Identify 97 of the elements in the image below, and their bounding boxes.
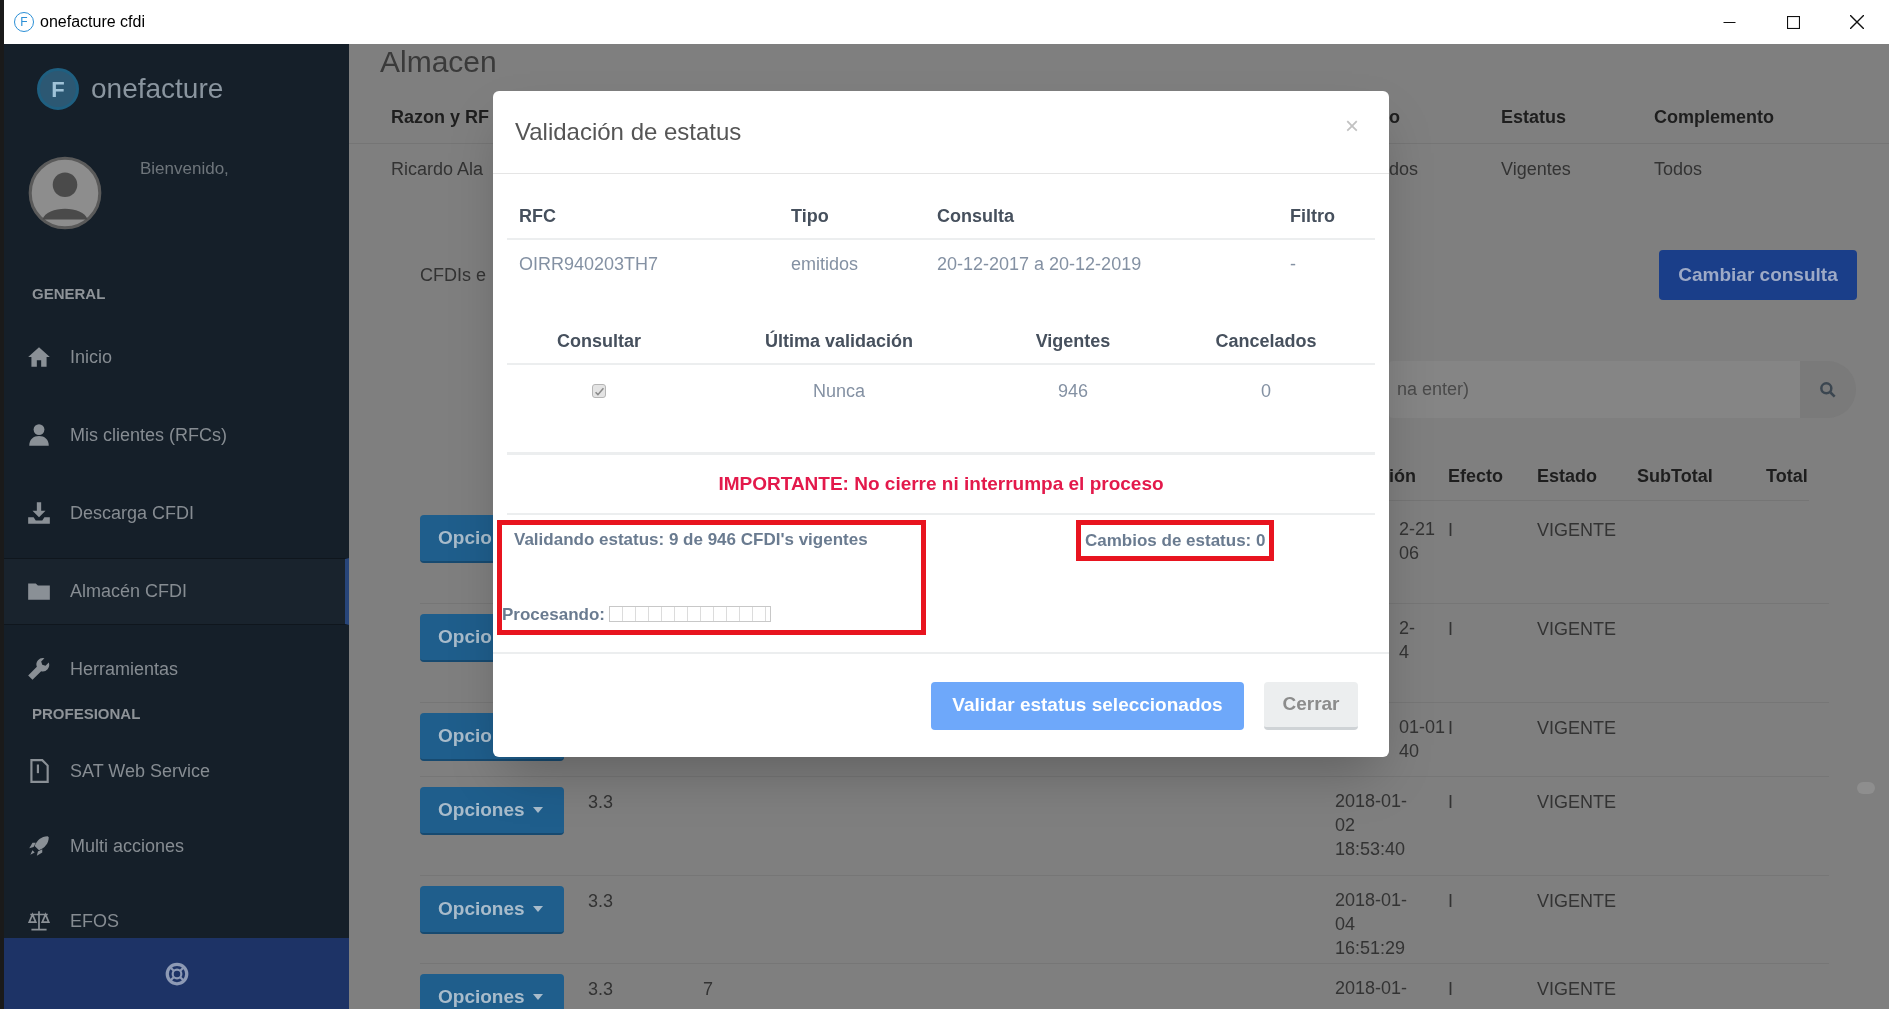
status-changes-text: Cambios de estatus: 0 [1085,529,1266,552]
column-header: Consulta [936,205,1015,228]
date-line: 4 [1399,641,1410,664]
column-header: Consultar [556,329,642,353]
date-line: 2- [1399,617,1416,640]
column-header: Total [1766,465,1809,488]
table-cell-text: I [1448,791,1454,814]
minimize-icon [1722,21,1736,23]
search-field[interactable]: na enter) [1389,361,1800,418]
brand-name: onefacture [91,72,224,106]
date-line: 40 [1399,740,1421,763]
greeting-text: Bienvenido, [140,158,229,180]
column-header: SubTotal [1637,465,1714,488]
options-button[interactable]: Opciones [420,787,564,835]
date-line: 18:53:40 [1335,838,1407,861]
column-header: RFC [518,205,557,228]
close-icon [1850,15,1864,29]
date-line: 06 [1399,542,1421,565]
table-cell-text: VIGENTE [1537,890,1617,913]
table-cell-text: 20-12-2017 a 20-12-2019 [936,252,1143,276]
column-header: Efecto [1448,465,1504,488]
column-header: Tipo [790,205,830,228]
date-line: 01-01 [1399,716,1447,739]
table-cell-text: Todos [1654,158,1703,181]
download-icon [26,500,52,526]
date-line: 2-21 [1399,518,1437,541]
table-cell-text: Ricardo Ala [391,158,484,181]
table-cell-text: OIRR940203TH7 [518,252,660,276]
lifebuoy-icon[interactable] [163,960,190,987]
scales-icon [26,908,52,934]
change-query-button[interactable]: Cambiar consulta [1659,250,1857,300]
table-cell-text: I [1448,717,1454,740]
caret-icon [532,906,543,912]
sidebar-item[interactable]: Multi acciones [4,826,349,866]
user-icon [26,422,52,448]
maximize-icon [1786,15,1800,29]
date-line: 16:51:29 [1335,937,1407,960]
table-cell-text: Vigentes [1501,158,1571,181]
wrench-icon [26,656,52,682]
table-cell-text: VIGENTE [1537,618,1617,641]
date-line: 02 [1335,814,1357,837]
table-cell-text: VIGENTE [1537,519,1617,542]
search-icon [1818,379,1838,400]
modal-title: Validación de estatus [515,117,742,147]
table-cell-text: I [1448,890,1454,913]
column-header: Estado [1537,465,1598,488]
date-line: 2018-01- [1335,889,1409,912]
table-cell-text: dos [1389,158,1419,181]
table-cell-text: I [1448,978,1454,1001]
table-cell-text: 946 [1056,379,1089,403]
search-button[interactable] [1800,361,1856,418]
sidebar-item[interactable]: Mis clientes (RFCs) [4,401,349,469]
column-header: Filtro [1289,205,1336,228]
column-header: Razon y RF [391,106,489,129]
section-heading: GENERAL [32,284,107,304]
options-button[interactable]: Opciones [420,886,564,934]
options-button[interactable]: Opciones [420,974,564,1009]
sidebar-item[interactable]: Almacén CFDI [4,557,349,625]
caret-icon [532,994,543,1000]
page-heading: Almacen [380,44,497,80]
table-cell-text: 3.3 [588,890,614,913]
caret-icon [532,807,543,813]
table-cell-text: VIGENTE [1537,791,1617,814]
column-header: Complemento [1654,106,1774,129]
logo-mark: F [37,68,79,110]
column-header: Última validación [763,329,914,353]
column-header: ión [1389,465,1417,488]
section-heading: PROFESIONAL [32,703,142,724]
date-line: 2018-01- [1335,977,1409,1000]
column-header: Vigentes [1034,329,1112,353]
column-header: Estatus [1501,106,1567,129]
sidebar-item[interactable]: Inicio [4,323,349,391]
table-cell-text: Nunca [812,379,866,403]
table-cell-text: VIGENTE [1537,717,1617,740]
date-line: 2018-01- [1335,790,1409,813]
close-dialog-button[interactable]: Cerrar [1264,681,1358,730]
table-cell-text: 7 [703,978,714,1001]
table-cell-text: I [1448,519,1454,542]
table-cell-text: 3.3 [588,978,614,1001]
sidebar-item[interactable]: SAT Web Service [4,751,349,791]
table-cell-text: emitidos [790,252,860,276]
panel-label: CFDIs e [420,263,486,287]
validate-button[interactable]: Validar estatus seleccionados [931,681,1244,730]
column-header: Cancelados [1214,329,1318,353]
window-title: onefacture cfdi [40,12,145,32]
date-line: 04 [1335,913,1357,936]
sidebar-item[interactable]: EFOS [4,901,349,941]
table-cell-text: 0 [1260,379,1272,403]
table-cell-text: VIGENTE [1537,978,1617,1001]
sidebar-item[interactable]: Descarga CFDI [4,479,349,547]
sidebar-item[interactable]: Herramientas [4,635,349,703]
table-cell-text: 3.3 [588,791,614,814]
warning-text: IMPORTANTE: No cierre ni interrumpa el proceso [717,471,1165,496]
table-cell-text: - [1289,252,1297,276]
close-button[interactable]: × [1345,108,1359,144]
table-cell-text: I [1448,618,1454,641]
column-header: o [1389,106,1400,129]
